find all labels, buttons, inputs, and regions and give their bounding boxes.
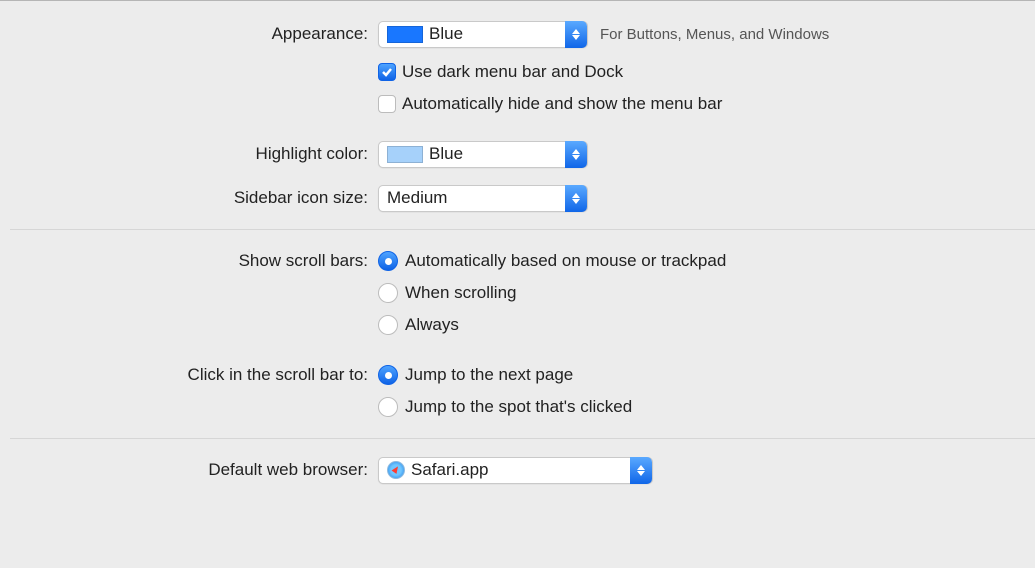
scroll-always-radio[interactable] (378, 315, 398, 335)
click-scroll-spot-label: Jump to the spot that's clicked (405, 397, 632, 417)
default-browser-select[interactable]: Safari.app (378, 457, 653, 484)
appearance-hint: For Buttons, Menus, and Windows (600, 26, 829, 43)
chevron-updown-icon (565, 185, 587, 212)
click-scroll-label: Click in the scroll bar to: (0, 365, 378, 385)
sidebar-icon-size-select[interactable]: Medium (378, 185, 588, 212)
safari-icon (387, 461, 405, 479)
dark-menu-checkbox[interactable] (378, 63, 396, 81)
chevron-updown-icon (565, 141, 587, 168)
dark-menu-label: Use dark menu bar and Dock (402, 62, 623, 82)
click-scroll-next-page-label: Jump to the next page (405, 365, 573, 385)
highlight-color-label: Highlight color: (0, 144, 378, 164)
chevron-updown-icon (565, 21, 587, 48)
default-browser-value: Safari.app (411, 460, 489, 480)
show-scroll-bars-label: Show scroll bars: (0, 251, 378, 271)
scroll-when-scrolling-radio[interactable] (378, 283, 398, 303)
sidebar-icon-size-value: Medium (387, 188, 447, 208)
chevron-updown-icon (630, 457, 652, 484)
highlight-value: Blue (429, 144, 463, 164)
appearance-value: Blue (429, 24, 463, 44)
appearance-label: Appearance: (0, 24, 378, 44)
appearance-select[interactable]: Blue (378, 21, 588, 48)
click-scroll-next-page-radio[interactable] (378, 365, 398, 385)
auto-hide-menubar-label: Automatically hide and show the menu bar (402, 94, 722, 114)
scroll-when-scrolling-label: When scrolling (405, 283, 517, 303)
scroll-auto-label: Automatically based on mouse or trackpad (405, 251, 726, 271)
highlight-swatch (387, 146, 423, 163)
divider (10, 229, 1035, 230)
scroll-always-label: Always (405, 315, 459, 335)
sidebar-icon-size-label: Sidebar icon size: (0, 188, 378, 208)
appearance-swatch (387, 26, 423, 43)
click-scroll-spot-radio[interactable] (378, 397, 398, 417)
general-preferences-pane: Appearance: Blue For Buttons, Menus, and… (0, 1, 1035, 485)
default-browser-label: Default web browser: (0, 460, 378, 480)
scroll-auto-radio[interactable] (378, 251, 398, 271)
auto-hide-menubar-checkbox[interactable] (378, 95, 396, 113)
highlight-color-select[interactable]: Blue (378, 141, 588, 168)
divider (10, 438, 1035, 439)
